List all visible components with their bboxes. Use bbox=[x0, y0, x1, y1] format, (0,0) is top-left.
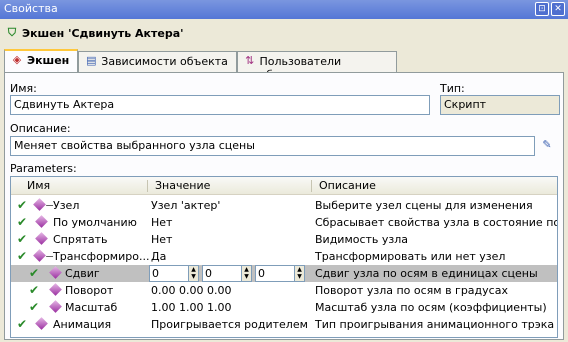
check-icon: ✔ bbox=[17, 232, 28, 246]
tab-dependencies[interactable]: ▤ Зависимости объекта bbox=[78, 51, 237, 73]
table-row[interactable]: ✔ Спрятать Нет Видимость узла bbox=[11, 231, 557, 248]
parameters-grid: Имя Значение Описание ✔ − Узел Узел 'акт… bbox=[10, 176, 558, 338]
param-description: Поворот узла по осям в градусах bbox=[315, 284, 508, 297]
offset-z-stepper[interactable]: 0 ▲ ▼ bbox=[255, 265, 305, 282]
param-name: Узел bbox=[53, 199, 80, 212]
type-field: Скрипт bbox=[440, 95, 560, 115]
column-header-value[interactable]: Значение bbox=[151, 179, 210, 192]
check-icon: ✔ bbox=[17, 198, 28, 212]
shield-icon: ⛉ bbox=[7, 26, 17, 39]
param-value[interactable]: Нет bbox=[151, 233, 172, 246]
object-header: ⛉ Экшен 'Сдвинуть Актера' bbox=[6, 24, 184, 42]
table-row[interactable]: ✔ Поворот 0.00 0.00 0.00 Поворот узла по… bbox=[11, 282, 557, 299]
node-icon bbox=[35, 317, 48, 330]
tab-action-label: Экшен bbox=[27, 54, 70, 67]
offset-x-value: 0 bbox=[152, 267, 159, 280]
param-description: Видимость узла bbox=[315, 233, 409, 246]
table-row[interactable]: ✔ − Трансформиро... Да Трансформировать … bbox=[11, 248, 557, 265]
node-icon bbox=[33, 249, 46, 262]
check-icon: ✔ bbox=[29, 266, 40, 280]
param-value[interactable]: Нет bbox=[151, 216, 172, 229]
table-row[interactable]: ✔ По умолчанию Нет Сбрасывает свойства у… bbox=[11, 214, 557, 231]
tab-strip: ◈ Экшен ▤ Зависимости объекта ⇅ Пользова… bbox=[4, 49, 397, 81]
offset-x-stepper[interactable]: 0 ▲ ▼ bbox=[149, 265, 199, 282]
table-row-selected[interactable]: ✔ Сдвиг 0 ▲ ▼ 0 ▲ ▼ 0 ▲ ▼ Сдвиг узла по ося… bbox=[11, 265, 557, 282]
offset-z-value: 0 bbox=[258, 267, 265, 280]
param-description: Масштаб узла по осям (коэффициенты) bbox=[315, 301, 547, 314]
check-icon: ✔ bbox=[17, 249, 28, 263]
param-description: Сдвиг узла по осям в единицах сцены bbox=[315, 267, 538, 280]
param-name: Масштаб bbox=[65, 301, 118, 314]
pin-button[interactable]: ⊡ bbox=[535, 2, 549, 16]
spin-arrows-icon[interactable]: ▲ ▼ bbox=[241, 266, 251, 281]
edit-description-icon[interactable]: ✎ bbox=[541, 139, 553, 151]
column-header-description[interactable]: Описание bbox=[315, 179, 376, 192]
tab-action[interactable]: ◈ Экшен bbox=[4, 49, 79, 73]
dependencies-icon: ▤ bbox=[86, 54, 97, 67]
check-icon: ✔ bbox=[17, 215, 28, 229]
node-icon bbox=[49, 283, 62, 296]
name-field[interactable]: Сдвинуть Актера bbox=[10, 95, 430, 115]
grid-header: Имя Значение Описание bbox=[11, 177, 557, 195]
table-row[interactable]: ✔ Масштаб 1.00 1.00 1.00 Масштаб узла по… bbox=[11, 299, 557, 316]
node-icon bbox=[35, 232, 48, 245]
check-icon: ✔ bbox=[29, 300, 40, 314]
users-icon: ⇅ bbox=[245, 54, 255, 67]
param-value[interactable]: Узел 'актер' bbox=[151, 199, 220, 212]
param-value[interactable]: 0.00 0.00 0.00 bbox=[151, 284, 231, 297]
tab-users[interactable]: ⇅ Пользователи объекта bbox=[236, 51, 397, 81]
table-row[interactable]: ✔ − Узел Узел 'актер' Выберите узел сцен… bbox=[11, 197, 557, 214]
description-label: Описание: bbox=[10, 122, 71, 135]
param-name: Поворот bbox=[65, 284, 114, 297]
param-value[interactable]: 1.00 1.00 1.00 bbox=[151, 301, 231, 314]
param-name: Трансформиро... bbox=[53, 250, 150, 263]
close-button[interactable]: ✕ bbox=[551, 2, 565, 16]
param-name: Спрятать bbox=[53, 233, 108, 246]
spin-arrows-icon[interactable]: ▲ ▼ bbox=[188, 266, 198, 281]
param-name: Сдвиг bbox=[65, 267, 100, 280]
column-header-name[interactable]: Имя bbox=[23, 179, 50, 192]
node-icon bbox=[49, 300, 62, 313]
object-title: Экшен 'Сдвинуть Актера' bbox=[22, 26, 184, 40]
name-label: Имя: bbox=[10, 82, 37, 95]
param-value[interactable]: Да bbox=[151, 250, 166, 263]
param-value[interactable]: Проигрывается родителем bbox=[151, 318, 308, 331]
tab-panel: Имя: Сдвинуть Актера Тип: Скрипт Описани… bbox=[4, 72, 564, 340]
node-icon bbox=[33, 198, 46, 211]
param-name: По умолчанию bbox=[53, 216, 137, 229]
param-description: Трансформировать или нет узел bbox=[315, 250, 506, 263]
tab-dependencies-label: Зависимости объекта bbox=[101, 55, 228, 68]
action-icon: ◈ bbox=[12, 53, 22, 66]
check-icon: ✔ bbox=[29, 283, 40, 297]
parameters-label: Parameters: bbox=[10, 162, 77, 175]
type-label: Тип: bbox=[440, 82, 465, 95]
window-titlebar: Свойства ⊡ ✕ bbox=[0, 0, 568, 19]
offset-y-stepper[interactable]: 0 ▲ ▼ bbox=[202, 265, 252, 282]
param-name: Анимация bbox=[53, 318, 112, 331]
node-icon bbox=[49, 266, 62, 279]
table-row[interactable]: ✔ Анимация Проигрывается родителем Тип п… bbox=[11, 316, 557, 333]
param-description: Выберите узел сцены для изменения bbox=[315, 199, 533, 212]
offset-y-value: 0 bbox=[205, 267, 212, 280]
description-field[interactable]: Меняет свойства выбранного узла сцены bbox=[10, 136, 535, 156]
param-description: Тип проигрывания анимационного трэка bbox=[315, 318, 555, 331]
check-icon: ✔ bbox=[17, 317, 28, 331]
spin-arrows-icon[interactable]: ▲ ▼ bbox=[294, 266, 304, 281]
param-description: Сбрасывает свойства узла в состояние по … bbox=[315, 216, 557, 229]
node-icon bbox=[35, 215, 48, 228]
window-title: Свойства bbox=[4, 2, 58, 15]
